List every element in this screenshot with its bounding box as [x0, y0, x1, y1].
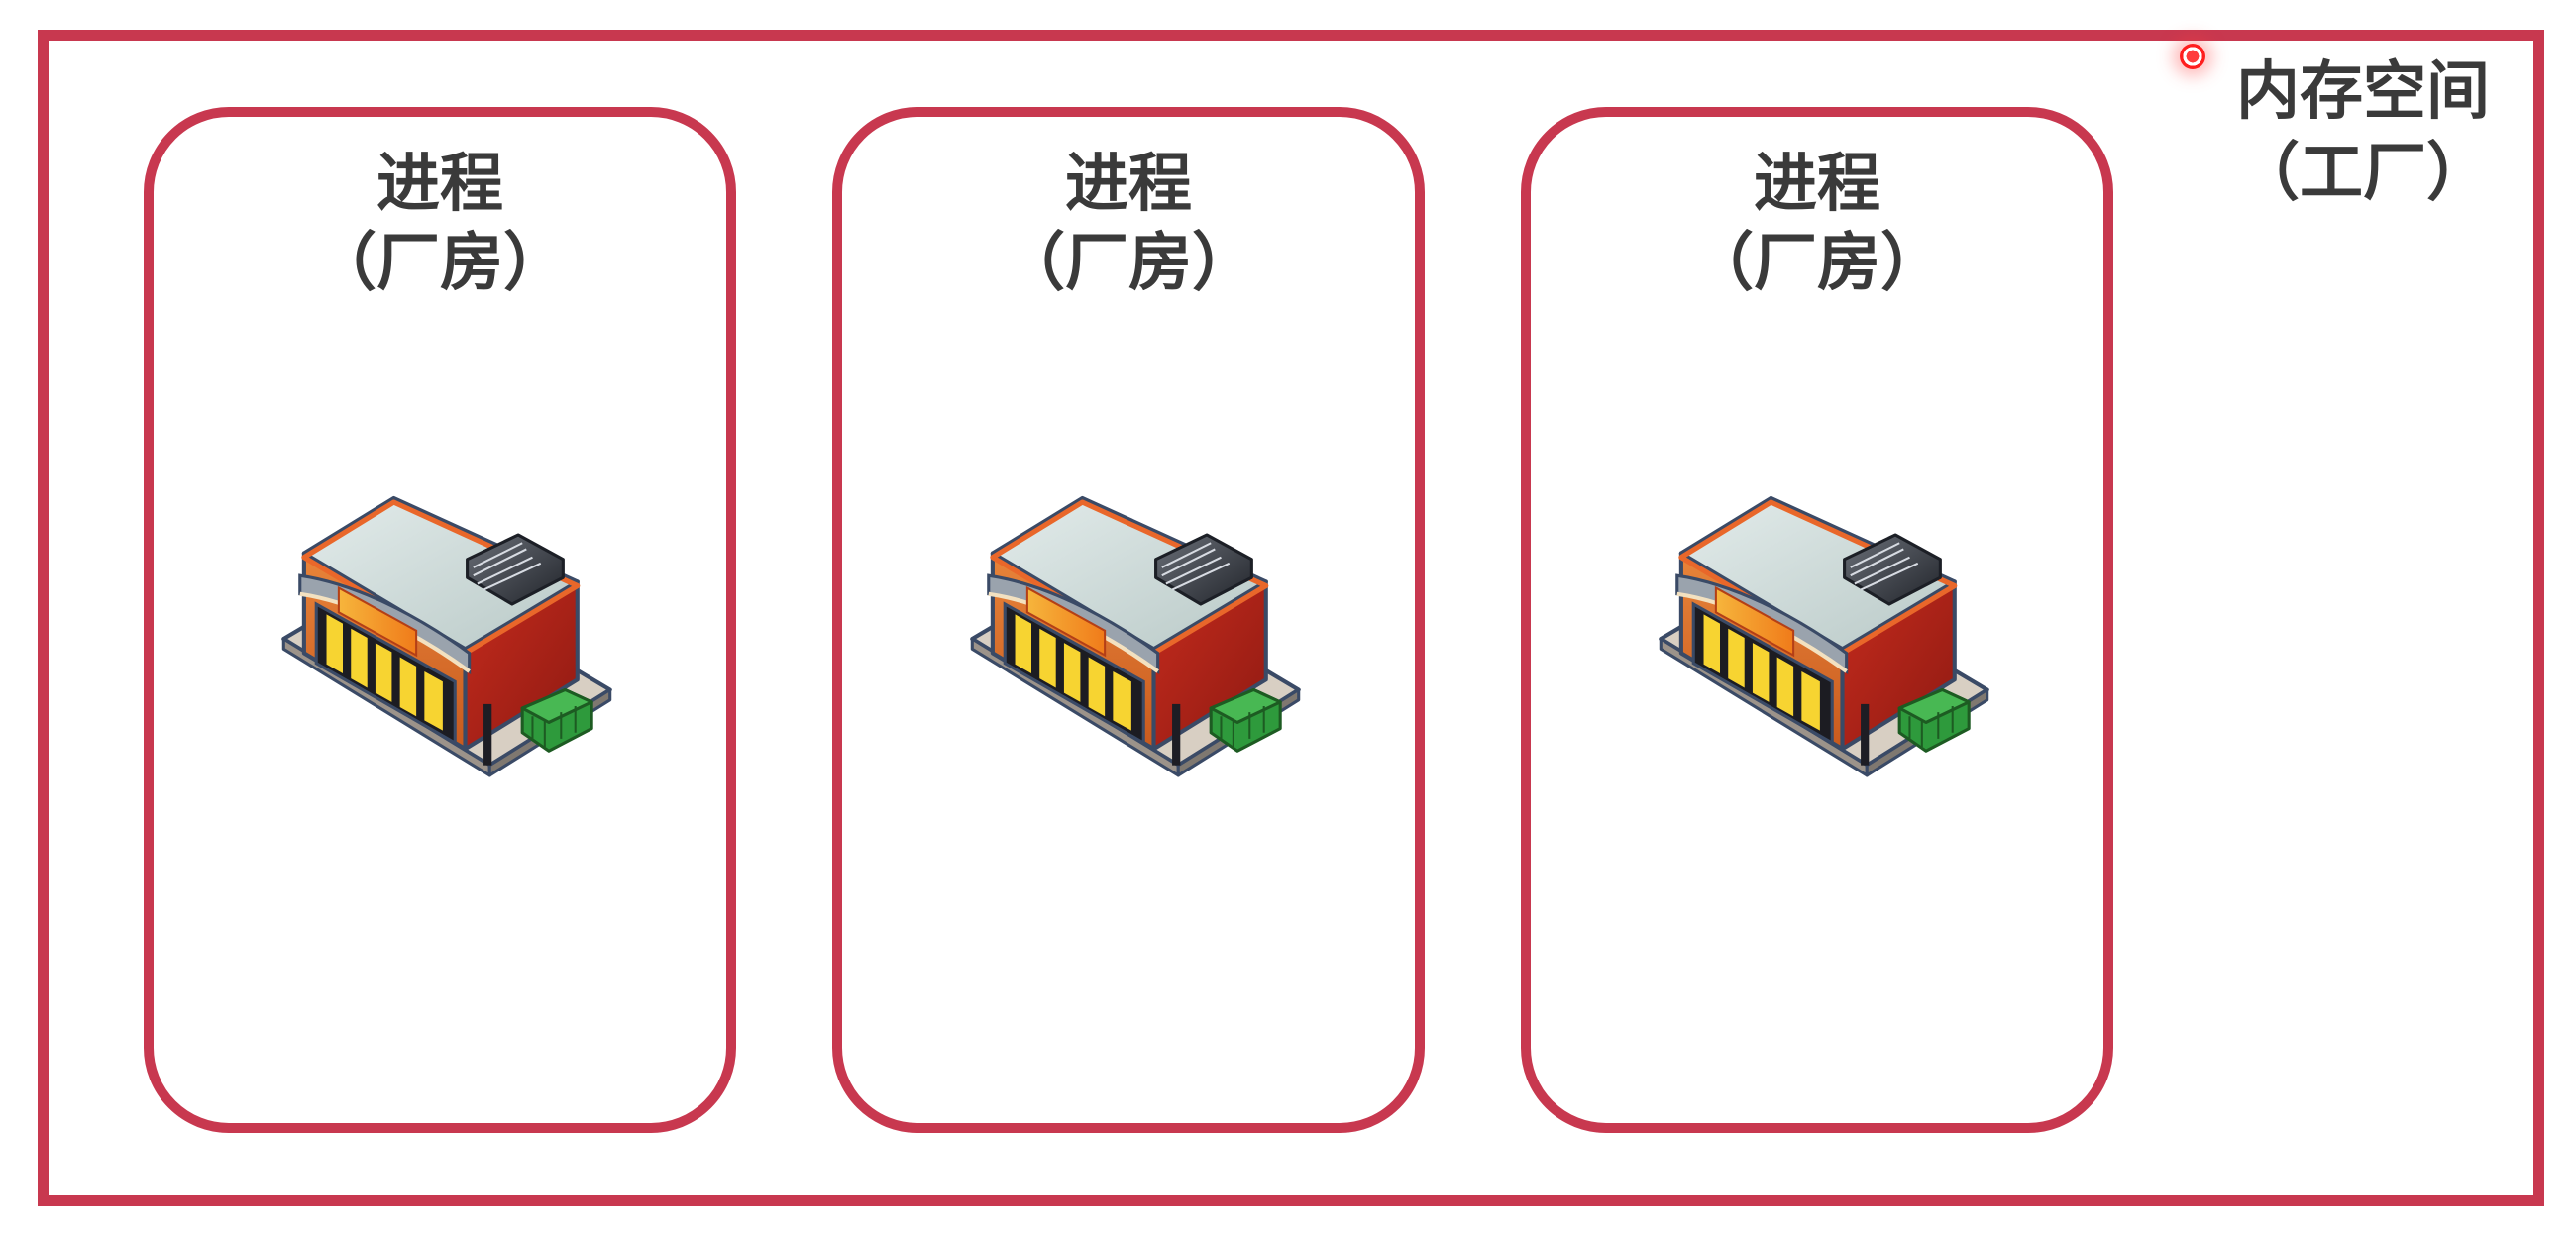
- process-title: 进程 （厂房）: [842, 145, 1415, 303]
- process-label: 进程: [376, 148, 503, 221]
- memory-space-subtitle: （工厂）: [2236, 137, 2490, 210]
- memory-space-label: 内存空间 （工厂）: [2209, 51, 2517, 214]
- process-sublabel: （厂房）: [1002, 227, 1255, 300]
- process-box-3: 进程 （厂房）: [1521, 107, 2113, 1133]
- memory-space-title: 内存空间: [2236, 55, 2490, 129]
- building-icon: [273, 479, 620, 796]
- process-box-1: 进程 （厂房）: [144, 107, 736, 1133]
- process-label: 进程: [1754, 148, 1880, 221]
- process-title: 进程 （厂房）: [1531, 145, 2103, 303]
- building-icon: [1651, 479, 1997, 796]
- process-label: 进程: [1065, 148, 1192, 221]
- process-sublabel: （厂房）: [313, 227, 567, 300]
- process-box-2: 进程 （厂房）: [832, 107, 1425, 1133]
- process-title: 进程 （厂房）: [154, 145, 726, 303]
- building-icon: [962, 479, 1309, 796]
- diagram-canvas: 内存空间 （工厂） 进程 （厂房） 进程 （厂房） 进程 （厂房）: [0, 0, 2576, 1234]
- laser-pointer-dot: [2180, 44, 2205, 69]
- process-sublabel: （厂房）: [1690, 227, 1944, 300]
